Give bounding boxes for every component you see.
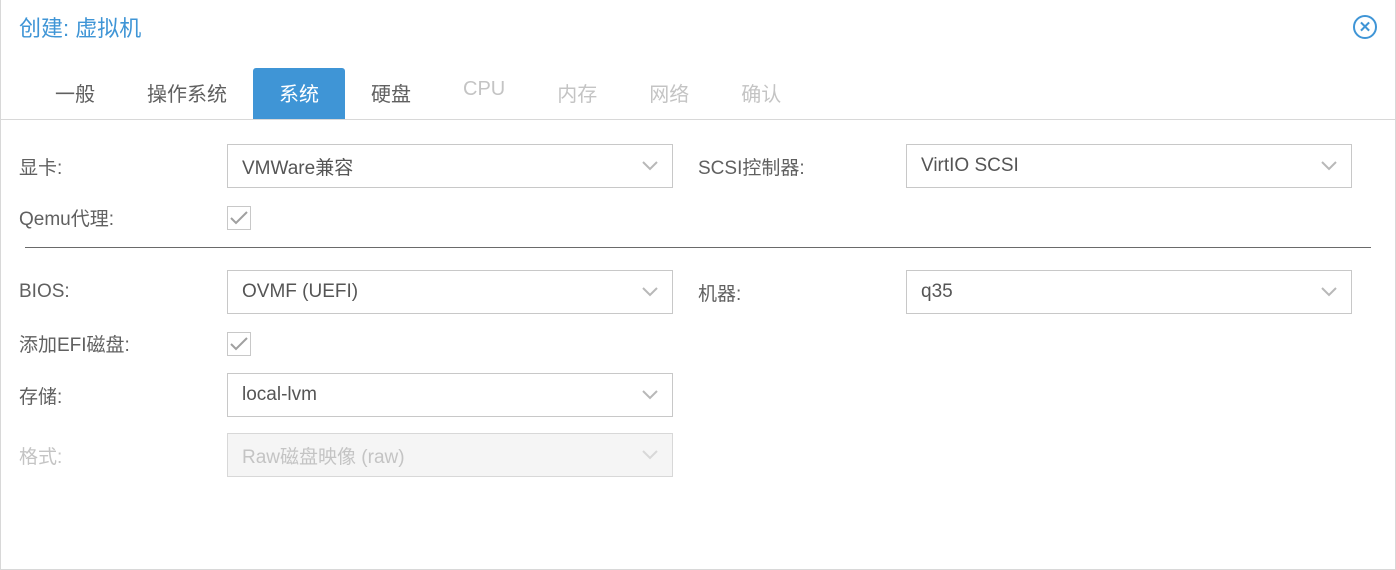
bios-select[interactable]: OVMF (UEFI) (227, 270, 673, 314)
scsi-value: VirtIO SCSI (921, 155, 1019, 177)
create-vm-dialog: 创建: 虚拟机 ✕ 一般 操作系统 系统 硬盘 CPU 内存 网络 确认 显卡:… (0, 0, 1396, 570)
format-value: Raw磁盘映像 (raw) (242, 442, 405, 469)
label-scsi: SCSI控制器: (698, 153, 906, 180)
check-icon (230, 337, 248, 351)
chevron-down-icon (1321, 287, 1337, 297)
qemu-agent-checkbox[interactable] (227, 206, 251, 230)
display-select[interactable]: VMWare兼容 (227, 144, 673, 188)
display-value: VMWare兼容 (242, 153, 353, 180)
machine-value: q35 (921, 281, 953, 303)
storage-select[interactable]: local-lvm (227, 373, 673, 417)
check-icon (230, 211, 248, 225)
tab-disk[interactable]: 硬盘 (345, 68, 437, 119)
bios-value: OVMF (UEFI) (242, 281, 358, 303)
chevron-down-icon (642, 161, 658, 171)
label-format: 格式: (19, 442, 227, 469)
label-display: 显卡: (19, 153, 227, 180)
titlebar: 创建: 虚拟机 ✕ (1, 0, 1395, 50)
label-machine: 机器: (698, 279, 906, 306)
storage-value: local-lvm (242, 384, 317, 406)
tab-memory: 内存 (531, 68, 623, 119)
tab-cpu: CPU (437, 68, 531, 119)
chevron-down-icon (1321, 161, 1337, 171)
divider (25, 247, 1371, 248)
tab-general[interactable]: 一般 (29, 68, 121, 119)
close-button[interactable]: ✕ (1353, 15, 1377, 39)
chevron-down-icon (642, 390, 658, 400)
tab-system[interactable]: 系统 (253, 68, 345, 119)
dialog-title: 创建: 虚拟机 (19, 11, 141, 43)
tab-strip: 一般 操作系统 系统 硬盘 CPU 内存 网络 确认 (1, 50, 1395, 120)
tab-network: 网络 (623, 68, 715, 119)
form-body: 显卡: VMWare兼容 SCSI控制器: VirtIO SCSI (1, 120, 1395, 517)
add-efi-checkbox[interactable] (227, 332, 251, 356)
scsi-select[interactable]: VirtIO SCSI (906, 144, 1352, 188)
label-qemu-agent: Qemu代理: (19, 204, 227, 231)
label-storage: 存储: (19, 382, 227, 409)
tab-os[interactable]: 操作系统 (121, 68, 253, 119)
label-add-efi: 添加EFI磁盘: (19, 330, 227, 357)
format-select: Raw磁盘映像 (raw) (227, 433, 673, 477)
machine-select[interactable]: q35 (906, 270, 1352, 314)
chevron-down-icon (642, 287, 658, 297)
close-icon: ✕ (1359, 20, 1372, 35)
tab-confirm: 确认 (715, 68, 807, 119)
chevron-down-icon (642, 450, 658, 460)
label-bios: BIOS: (19, 281, 227, 303)
